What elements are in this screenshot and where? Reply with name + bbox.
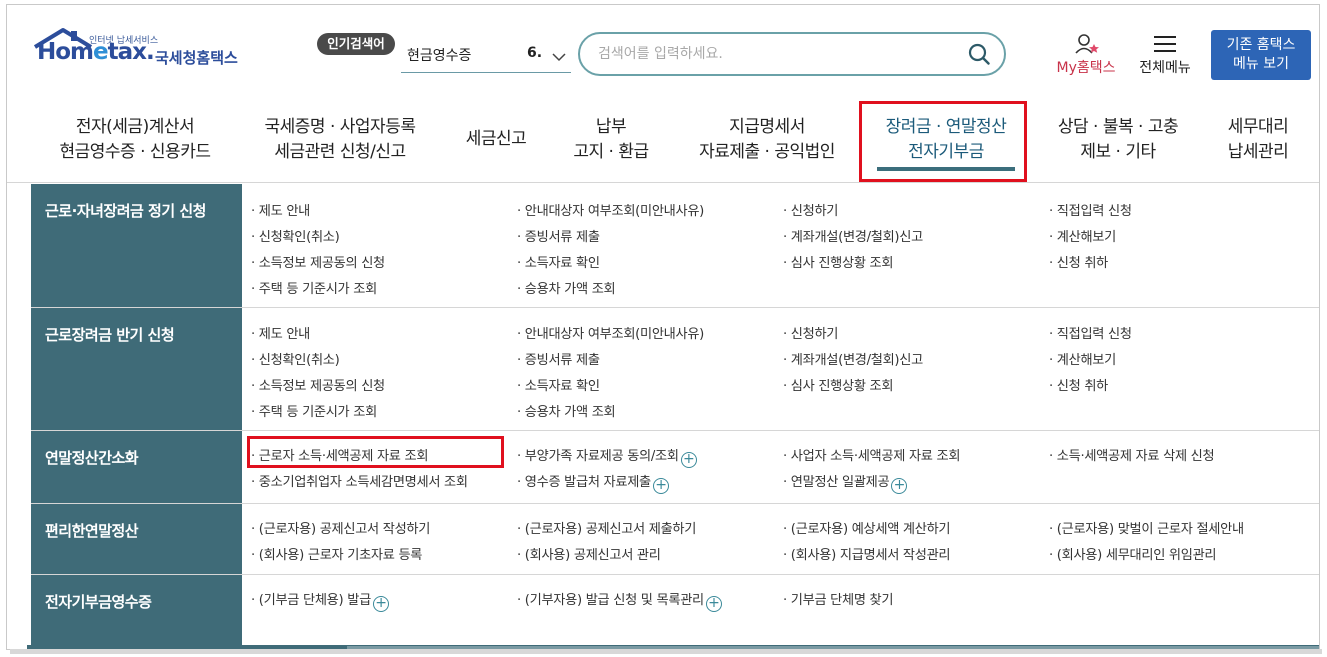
menu-link[interactable]: · 심사 진행상황 조회: [783, 252, 894, 271]
menu-link[interactable]: · 안내대상자 여부조회(미안내사유): [517, 200, 704, 219]
section-title: 근로장려금 반기 신청: [31, 308, 242, 430]
menu-link[interactable]: · 증빙서류 제출: [517, 226, 600, 245]
menu-link[interactable]: · 기부금 단체명 찾기: [783, 589, 894, 608]
menu-link[interactable]: · (기부자용) 발급 신청 및 목록관리 +: [517, 589, 722, 612]
old-site-line1: 기존 홈택스: [1226, 37, 1296, 53]
menu-link[interactable]: · 소득정보 제공동의 신청: [251, 252, 385, 271]
menu-link[interactable]: · 주택 등 기준시가 조회: [251, 401, 377, 420]
menu-link[interactable]: · 증빙서류 제출: [517, 349, 600, 368]
menu-link[interactable]: · 신청하기: [783, 323, 838, 342]
nav-tab-certificates[interactable]: 국세증명 · 사업자등록 세금관련 신청/신고: [253, 115, 427, 165]
menu-link[interactable]: · 소득·세액공제 자료 삭제 신청: [1049, 445, 1215, 464]
old-site-line2: 메뉴 보기: [1233, 56, 1289, 72]
menu-link[interactable]: · (근로자용) 공제신고서 작성하기: [251, 518, 430, 537]
hamburger-menu-icon: [1154, 36, 1176, 52]
menu-link[interactable]: · 신청 취하: [1049, 375, 1108, 394]
menu-link[interactable]: · 제도 안내: [251, 200, 310, 219]
search-box: [578, 32, 1006, 76]
section-year-end-simplified: 연말정산간소화 · 근로자 소득·세액공제 자료 조회 · 부양가족 자료제공 …: [31, 431, 1319, 504]
menu-link[interactable]: · 신청 취하: [1049, 252, 1108, 271]
popular-search-rank: 6.: [527, 45, 543, 61]
menu-link[interactable]: · 안내대상자 여부조회(미안내사유): [517, 323, 704, 342]
menu-link[interactable]: · 승용차 가액 조회: [517, 278, 616, 297]
menu-link[interactable]: · 사업자 소득·세액공제 자료 조회: [783, 445, 960, 464]
submenu-panel: 근로·자녀장려금 정기 신청 · 제도 안내 · 안내대상자 여부조회(미안내사…: [31, 184, 1319, 649]
menu-link[interactable]: · (기부금 단체용) 발급 +: [251, 589, 389, 612]
menu-link[interactable]: · 계좌개설(변경/철회)신고: [783, 226, 923, 245]
user-star-icon: [1075, 34, 1099, 54]
popular-search-dropdown[interactable]: 현금영수증 6.: [401, 41, 571, 73]
menu-link[interactable]: · 직접입력 신청: [1049, 323, 1132, 342]
logo-korean-name: 국세청홈택스: [155, 49, 238, 67]
popular-search-label: 인기검색어: [317, 33, 395, 55]
nav-tab-payment[interactable]: 납부 고지 · 환급: [563, 115, 659, 165]
all-menu-button[interactable]: 전체메뉴: [1133, 35, 1197, 77]
chevron-down-icon[interactable]: [551, 49, 567, 65]
menu-link[interactable]: · 주택 등 기준시가 조회: [251, 278, 377, 297]
section-title: 전자기부금영수증: [31, 575, 242, 649]
browser-frame: 인터넷 납세서비스 Hometax. 국세청홈택스 인기검색어 현금영수증 6.…: [6, 4, 1320, 650]
menu-link[interactable]: · 신청하기: [783, 200, 838, 219]
nav-tab-e-invoice[interactable]: 전자(세금)계산서 현금영수증 · 신용카드: [51, 115, 219, 165]
search-icon[interactable]: [968, 43, 990, 65]
section-title: 근로·자녀장려금 정기 신청: [31, 184, 242, 307]
section-donation-receipt: 전자기부금영수증 · (기부금 단체용) 발급 + · (기부자용) 발급 신청 …: [31, 575, 1319, 649]
section-title: 연말정산간소화: [31, 431, 242, 503]
plus-circle-icon[interactable]: +: [680, 452, 697, 468]
nav-tab-tax-agent[interactable]: 세무대리 납세관리: [1211, 115, 1305, 165]
my-hometax-label: My홈택스: [1056, 60, 1116, 76]
menu-link[interactable]: · (회사용) 지급명세서 작성관리: [783, 544, 951, 563]
popular-search-keyword[interactable]: 현금영수증: [407, 45, 471, 65]
section-regular-incentive: 근로·자녀장려금 정기 신청 · 제도 안내 · 안내대상자 여부조회(미안내사…: [31, 184, 1319, 308]
menu-link[interactable]: · (회사용) 근로자 기초자료 등록: [251, 544, 422, 563]
menu-link[interactable]: · 신청확인(취소): [251, 226, 340, 245]
section-title: 편리한연말정산: [31, 504, 242, 574]
menu-link[interactable]: · 직접입력 신청: [1049, 200, 1132, 219]
all-menu-label: 전체메뉴: [1139, 60, 1191, 76]
menu-link[interactable]: · 연말정산 일괄제공 +: [783, 471, 908, 494]
plus-circle-icon[interactable]: +: [652, 478, 669, 494]
menu-link[interactable]: · 신청확인(취소): [251, 349, 340, 368]
plus-circle-icon[interactable]: +: [372, 596, 389, 612]
menu-link[interactable]: · 제도 안내: [251, 323, 310, 342]
main-navigation: 전자(세금)계산서 현금영수증 · 신용카드 국세증명 · 사업자등록 세금관련 신…: [7, 101, 1319, 183]
highlight-box-menu-item: [247, 436, 504, 468]
highlight-box-nav: [859, 101, 1027, 182]
frame-shadow: [10, 649, 1322, 654]
search-input[interactable]: [598, 42, 948, 66]
menu-link[interactable]: · 승용차 가액 조회: [517, 401, 616, 420]
menu-link[interactable]: · 계좌개설(변경/철회)신고: [783, 349, 923, 368]
menu-link[interactable]: · 심사 진행상황 조회: [783, 375, 894, 394]
menu-link[interactable]: · 소득자료 확인: [517, 375, 600, 394]
nav-tab-tax-return[interactable]: 세금신고: [455, 127, 537, 152]
menu-link[interactable]: · (회사용) 세무대리인 위임관리: [1049, 544, 1217, 563]
nav-tab-consulting[interactable]: 상담 · 불복 · 고충 제보 · 기타: [1043, 115, 1193, 165]
menu-link[interactable]: · (근로자용) 공제신고서 제출하기: [517, 518, 696, 537]
menu-link[interactable]: · (근로자용) 예상세액 계산하기: [783, 518, 951, 537]
menu-link[interactable]: · (근로자용) 맞벌이 근로자 절세안내: [1049, 518, 1244, 537]
plus-circle-icon[interactable]: +: [705, 596, 722, 612]
menu-link[interactable]: · 중소기업취업자 소득세감면명세서 조회: [251, 471, 468, 490]
hometax-logo[interactable]: 인터넷 납세서비스 Hometax. 국세청홈택스: [31, 27, 251, 75]
menu-link[interactable]: · 소득자료 확인: [517, 252, 600, 271]
menu-link[interactable]: · 부양가족 자료제공 동의/조회 +: [517, 445, 697, 468]
menu-link[interactable]: · 소득정보 제공동의 신청: [251, 375, 385, 394]
plus-circle-icon[interactable]: +: [891, 478, 908, 494]
old-hometax-menu-button[interactable]: 기존 홈택스 메뉴 보기: [1211, 30, 1311, 80]
menu-link[interactable]: · 계산해보기: [1049, 226, 1116, 245]
nav-tab-payment-statement[interactable]: 지급명세서 자료제출 · 공익법인: [687, 115, 847, 165]
logo-wordmark: Hometax.: [37, 39, 155, 65]
section-convenient-year-end: 편리한연말정산 · (근로자용) 공제신고서 작성하기 · (근로자용) 공제신…: [31, 504, 1319, 575]
menu-link[interactable]: · 계산해보기: [1049, 349, 1116, 368]
my-hometax-button[interactable]: My홈택스: [1051, 34, 1121, 77]
menu-link[interactable]: · (회사용) 공제신고서 관리: [517, 544, 661, 563]
section-half-year-incentive: 근로장려금 반기 신청 · 제도 안내 · 안내대상자 여부조회(미안내사유) …: [31, 308, 1319, 431]
menu-link[interactable]: · 영수증 발급처 자료제출 +: [517, 471, 669, 494]
